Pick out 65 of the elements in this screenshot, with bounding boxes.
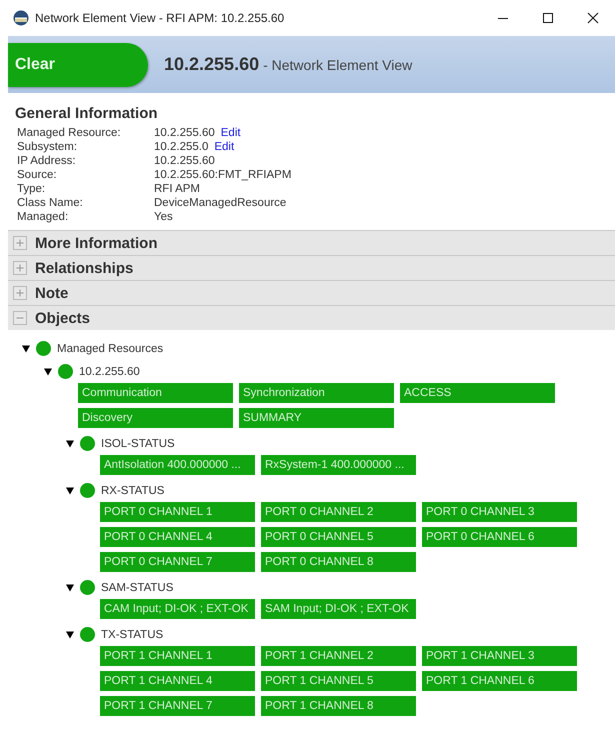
status-tile[interactable]: PORT 1 CHANNEL 3 [422, 646, 577, 666]
status-tile[interactable]: Communication [78, 383, 233, 403]
status-tile[interactable]: Discovery [78, 408, 233, 428]
field-label: Subsystem: [17, 140, 78, 154]
status-tile[interactable]: ACCESS [400, 383, 555, 403]
status-tile[interactable]: PORT 0 CHANNEL 7 [100, 552, 255, 572]
element-name: 10.2.255.60 [164, 54, 260, 75]
field-label: Managed: [17, 210, 70, 224]
close-icon[interactable] [587, 12, 599, 24]
section-header[interactable]: Objects [8, 305, 615, 330]
status-tile[interactable]: SAM Input; DI-OK ; EXT-OK [261, 599, 416, 619]
field-value: Yes [154, 210, 173, 224]
status-tile[interactable]: PORT 0 CHANNEL 2 [261, 502, 416, 522]
status-tile[interactable]: PORT 1 CHANNEL 8 [261, 696, 416, 716]
tree-node-label[interactable]: Managed Resources [57, 342, 164, 354]
status-tile[interactable]: PORT 0 CHANNEL 4 [100, 527, 255, 547]
status-tile[interactable]: PORT 1 CHANNEL 4 [100, 671, 255, 691]
expanded-arrow-icon[interactable] [22, 344, 30, 352]
status-tile[interactable]: PORT 1 CHANNEL 5 [261, 671, 416, 691]
tree-node-label[interactable]: TX-STATUS [101, 628, 164, 640]
field-label: IP Address: [17, 154, 77, 168]
edit-link[interactable]: Edit [220, 126, 241, 140]
section-header[interactable]: Relationships [8, 255, 615, 280]
status-tile[interactable]: CAM Input; DI-OK ; EXT-OK [100, 599, 255, 619]
header-subtitle: - Network Element View [263, 56, 412, 72]
section-header[interactable]: More Information [8, 230, 615, 255]
expanded-arrow-icon[interactable] [44, 368, 52, 376]
section-header[interactable]: Note [8, 280, 615, 305]
status-tile[interactable]: PORT 1 CHANNEL 7 [100, 696, 255, 716]
field-value: 10.2.255.60:FMT_RFIAPM [154, 168, 292, 182]
expanded-arrow-icon[interactable] [66, 440, 74, 448]
expanded-arrow-icon[interactable] [66, 486, 74, 494]
tree-node-label[interactable]: RX-STATUS [101, 484, 164, 496]
status-tile[interactable]: PORT 0 CHANNEL 5 [261, 527, 416, 547]
status-tile[interactable]: PORT 1 CHANNEL 1 [100, 646, 255, 666]
field-label: Source: [17, 168, 58, 182]
field-value: RFI APM [154, 182, 200, 196]
status-tile[interactable]: PORT 1 CHANNEL 2 [261, 646, 416, 666]
window-title: Network Element View - RFI APM: 10.2.255.60 [35, 11, 284, 25]
status-tile[interactable]: Synchronization [239, 383, 394, 403]
field-label: Type: [17, 182, 46, 196]
tree-node-label[interactable]: ISOL-STATUS [101, 438, 175, 450]
field-label: Managed Resource: [17, 126, 122, 140]
expanded-arrow-icon[interactable] [66, 584, 74, 592]
field-value: DeviceManagedResource [154, 196, 286, 210]
section-heading: General Information [15, 105, 159, 122]
maximize-icon[interactable] [542, 12, 554, 24]
field-value: 10.2.255.60 [154, 154, 215, 168]
field-value: 10.2.255.0 [154, 140, 208, 154]
status-tile[interactable]: PORT 1 CHANNEL 6 [422, 671, 577, 691]
app-icon [13, 10, 29, 26]
tree-node-label[interactable]: SAM-STATUS [101, 582, 174, 594]
status-tile[interactable]: PORT 0 CHANNEL 6 [422, 527, 577, 547]
status-tile[interactable]: RxSystem-1 400.000000 ... [261, 455, 416, 475]
status-tile[interactable]: SUMMARY [239, 408, 394, 428]
status-tile[interactable]: PORT 0 CHANNEL 8 [261, 552, 416, 572]
status-tile[interactable]: PORT 0 CHANNEL 1 [100, 502, 255, 522]
status-tile[interactable]: AntIsolation 400.000000 ... [100, 455, 255, 475]
status-pill: Clear [8, 42, 148, 86]
expanded-arrow-icon[interactable] [66, 630, 74, 638]
edit-link[interactable]: Edit [214, 140, 234, 154]
tree-node-label[interactable]: 10.2.255.60 [79, 366, 140, 378]
field-label: Class Name: [17, 196, 84, 210]
field-value: 10.2.255.60 [154, 126, 215, 140]
status-tile[interactable]: PORT 0 CHANNEL 3 [422, 502, 577, 522]
